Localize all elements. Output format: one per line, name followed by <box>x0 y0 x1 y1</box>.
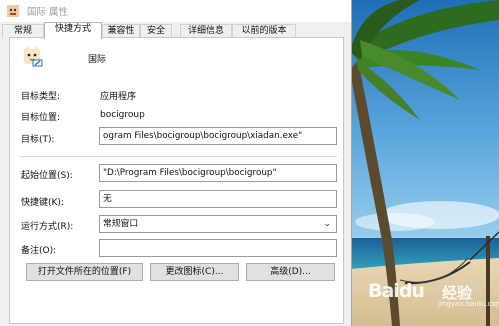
watermark-logo: Baidu <box>368 280 425 302</box>
change-icon-button[interactable]: 更改图标(C)... <box>150 263 239 281</box>
start-in-input[interactable]: "D:\Program Files\bocigroup\bocigroup" <box>99 164 337 182</box>
start-in-label: 起始位置(S): <box>21 171 73 181</box>
watermark-sub: jingyan.baidu.com <box>438 300 499 308</box>
advanced-button[interactable]: 高级(D)... <box>246 263 335 281</box>
tab-general[interactable]: 常规 <box>2 24 44 38</box>
target-type-label: 目标类型: <box>21 92 61 102</box>
target-location-value: bocigroup <box>100 110 145 120</box>
cat-app-icon <box>24 46 43 67</box>
app-icon-small <box>7 5 19 17</box>
separator <box>20 156 337 157</box>
target-label: 目标(T): <box>21 135 55 145</box>
comment-label: 备注(O): <box>21 246 57 256</box>
hotkey-input[interactable]: 无 <box>99 190 337 208</box>
comment-input[interactable] <box>99 239 337 257</box>
run-select-value: 常规窗口 <box>103 219 139 229</box>
tab-strip: 常规 快捷方式 兼容性 安全 详细信息 以前的版本 <box>0 22 351 39</box>
run-select[interactable]: 常规窗口 ⌄ <box>99 215 337 233</box>
open-file-location-button[interactable]: 打开文件所在的位置(F) <box>26 263 143 281</box>
chevron-down-icon: ⌄ <box>323 219 331 229</box>
tab-details[interactable]: 详细信息 <box>180 24 232 38</box>
tab-security[interactable]: 安全 <box>140 24 172 38</box>
target-type-value: 应用程序 <box>100 92 137 102</box>
target-location-label: 目标位置: <box>21 113 61 123</box>
hotkey-label: 快捷键(K): <box>21 198 64 208</box>
baidu-watermark: Baidu 经验 jingyan.baidu.com <box>368 276 499 312</box>
title-bar[interactable]: 国际 属性 <box>0 0 351 22</box>
properties-dialog: 国际 属性 常规 快捷方式 兼容性 安全 详细信息 以前的版本 国际 目标类型:… <box>0 0 352 326</box>
tab-shortcut[interactable]: 快捷方式 <box>44 22 102 39</box>
target-input[interactable]: ogram Files\bocigroup\bocigroup\xiadan.e… <box>99 127 337 145</box>
window-title: 国际 属性 <box>27 7 69 18</box>
shortcut-name: 国际 <box>88 55 107 65</box>
tab-compatibility[interactable]: 兼容性 <box>102 24 140 38</box>
run-label: 运行方式(R): <box>21 222 74 232</box>
tab-previous-versions[interactable]: 以前的版本 <box>232 24 296 38</box>
